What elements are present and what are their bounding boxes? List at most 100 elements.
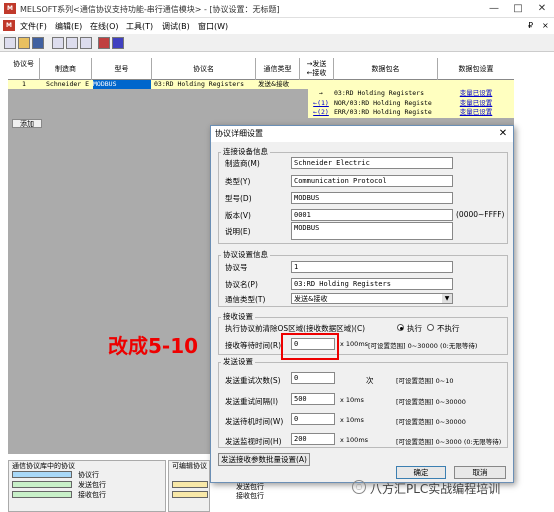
version-field[interactable]: 0001 [291, 209, 453, 221]
maker-field[interactable]: Schneider Electric [291, 157, 453, 169]
legend-item: 接收包行 [236, 492, 264, 500]
menu-online[interactable]: 在线(O) [90, 21, 119, 32]
monitor-range: [可设置范围] 0~3000 (0:无限等待) [396, 438, 502, 446]
legend-swatch [172, 481, 208, 488]
add-protocol-button[interactable]: 添加 [12, 119, 42, 128]
comm-type-select[interactable]: 发送&接收 [291, 293, 453, 304]
packet-dir: → [319, 89, 323, 97]
exec-label: 执行 [407, 324, 422, 333]
highlight-box [281, 333, 339, 360]
close-button[interactable]: ✕ [530, 2, 554, 16]
conn-group-label: 连接设备信息 [221, 146, 270, 157]
proto-no-field: 1 [291, 261, 453, 273]
chevron-down-icon[interactable]: ▼ [442, 294, 452, 303]
comm-type-label: 通信类型(T) [225, 295, 266, 304]
packet-setting-link[interactable]: 变量已设置 [438, 89, 514, 99]
col-packet-setting: 数据包设置 [458, 65, 494, 73]
row-maker: Schneider E [46, 80, 90, 88]
standby-range: [可设置范围] 0~30000 [396, 418, 466, 426]
col-protocol-name: 协议名 [152, 58, 256, 80]
packet-dir: ←(1) [313, 98, 329, 107]
doc-icon: M [3, 20, 15, 31]
menu-edit[interactable]: 编辑(E) [55, 21, 82, 32]
noexec-radio[interactable] [427, 324, 434, 331]
retry-interval-range: [可设置范围] 0~30000 [396, 398, 466, 406]
new-file-icon[interactable] [4, 37, 16, 49]
write-plc-icon[interactable] [98, 37, 110, 49]
type-field[interactable]: Communication Protocol [291, 175, 453, 187]
packet-name: 03:RD Holding Registers [334, 89, 425, 97]
dialog-close-icon[interactable]: ✕ [495, 127, 511, 141]
monitor-input[interactable]: 200 [291, 433, 335, 445]
row-no: 1 [22, 80, 26, 88]
recv-wait-unit: x 100ms [340, 340, 369, 348]
ok-button[interactable]: 确定 [396, 466, 446, 479]
legend-item: 发送包行 [78, 481, 106, 489]
model-label: 型号(D) [225, 194, 252, 203]
monitor-unit: x 100ms [340, 436, 369, 444]
col-protocol-no: 协议号 [8, 58, 40, 80]
col-model: 型号 [92, 58, 152, 80]
batch-setting-button[interactable]: 发送接收参数批量设置(A) [218, 453, 310, 466]
retry-count-unit: 次 [366, 376, 374, 385]
legend-swatch [12, 491, 72, 498]
desc-field[interactable]: MODBUS [291, 222, 453, 240]
legend-item: 协议行 [78, 471, 99, 479]
recv-wait-range: [可设置范围] 0~30000 (0:无限等待) [368, 342, 478, 350]
menu-file[interactable]: 文件(F) [20, 21, 47, 32]
proto-no-label: 协议号 [225, 263, 248, 272]
standby-unit: x 10ms [340, 416, 364, 424]
list-item[interactable]: ←(2) ERR/03:RD Holding Registe 变量已设置 [308, 108, 514, 118]
retry-interval-input[interactable]: 500 [291, 393, 335, 405]
window-title: MELSOFT系列<通信协议支持功能-串行通信模块> - [协议设置：无标题] [20, 5, 280, 14]
desc-label: 说明(E) [225, 227, 251, 236]
read-plc-icon[interactable] [112, 37, 124, 49]
proto-name-field[interactable]: 03:RD Holding Registers [291, 278, 453, 290]
doc-close-icon[interactable]: × [542, 21, 549, 30]
exec-radio[interactable] [397, 324, 404, 331]
row-model[interactable]: MODBUS [93, 80, 151, 89]
wechat-icon: ◌ [352, 480, 366, 494]
legend-editable-title: 可编辑协议 [172, 462, 207, 470]
packet-setting-link[interactable]: 变量已设置 [438, 108, 514, 118]
proto-name-label: 协议名(P) [225, 280, 258, 289]
standby-label: 发送待机时间(W) [225, 417, 284, 426]
legend-library-title: 通信协议库中的协议 [12, 462, 75, 470]
watermark-text: 八方汇PLC实战编程培训 [370, 482, 501, 496]
restore-icon[interactable]: ₽ [528, 21, 533, 30]
app-logo-icon: M [4, 3, 16, 14]
cancel-button[interactable]: 取消 [454, 466, 506, 479]
version-range: (0000~FFFF) [456, 210, 505, 219]
list-item[interactable]: → 03:RD Holding Registers 变量已设置 [308, 89, 514, 99]
retry-count-label: 发送重试次数(S) [225, 376, 281, 385]
retry-count-range: [可设置范围] 0~10 [396, 377, 454, 385]
legend-swatch [172, 491, 208, 498]
row-type: 发送&接收 [258, 80, 290, 88]
annotation-text: 改成5-10 [108, 334, 199, 358]
row-protocol: 03:RD Holding Registers [154, 80, 245, 88]
maximize-button[interactable]: □ [506, 2, 530, 16]
col-packet-name: 数据包名 [334, 58, 438, 80]
cut-icon[interactable] [52, 37, 64, 49]
legend-item: 接收包行 [78, 491, 106, 499]
menu-tools[interactable]: 工具(T) [126, 21, 153, 32]
packet-dir: ←(2) [313, 108, 329, 116]
list-item[interactable]: ←(1) NOR/03:RD Holding Registe 变量已设置 [308, 99, 514, 109]
packet-setting-link[interactable]: 变量已设置 [438, 99, 514, 109]
packet-name: ERR/03:RD Holding Registe [334, 108, 432, 116]
menu-window[interactable]: 窗口(W) [198, 21, 228, 32]
proto-group-label: 协议设置信息 [221, 249, 270, 260]
menu-debug[interactable]: 调试(B) [162, 21, 190, 32]
model-field[interactable]: MODBUS [291, 192, 453, 204]
col-maker: 制造商 [40, 58, 92, 80]
copy-icon[interactable] [66, 37, 78, 49]
open-folder-icon[interactable] [18, 37, 30, 49]
recv-group-label: 接收设置 [221, 311, 255, 322]
minimize-button[interactable]: — [482, 2, 506, 16]
retry-count-input[interactable]: 0 [291, 372, 335, 384]
col-comm-type: 通信类型 [256, 58, 300, 80]
dialog-title: 协议详细设置 [211, 126, 513, 142]
save-icon[interactable] [32, 37, 44, 49]
paste-icon[interactable] [80, 37, 92, 49]
standby-input[interactable]: 0 [291, 413, 335, 425]
